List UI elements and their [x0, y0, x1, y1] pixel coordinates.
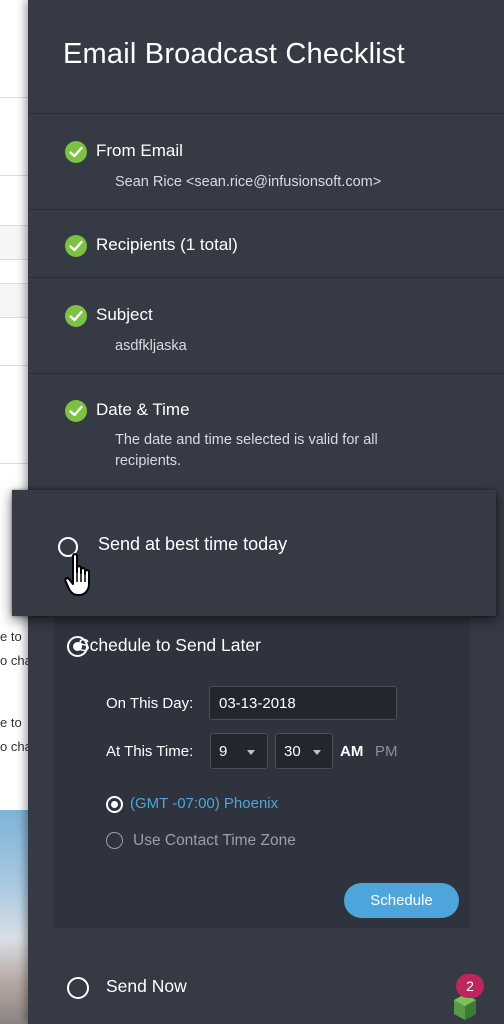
send-now-radio[interactable]: [67, 977, 89, 999]
schedule-button[interactable]: Schedule: [344, 883, 459, 918]
chevron-down-icon: [247, 750, 255, 755]
schedule-later-label[interactable]: Schedule to Send Later: [78, 635, 261, 656]
section-subtitle: The date and time selected is valid for …: [115, 432, 378, 469]
minute-select[interactable]: 30: [275, 733, 333, 769]
timezone-label[interactable]: (GMT -07:00) Phoenix: [130, 795, 278, 812]
check-circle-icon: [65, 305, 87, 327]
time-label: At This Time:: [106, 743, 194, 760]
background-text: e to: [0, 715, 22, 730]
day-label: On This Day:: [106, 695, 194, 712]
background-text: e to: [0, 629, 22, 644]
best-time-label[interactable]: Send at best time today: [98, 534, 287, 555]
notification-widget[interactable]: 2: [452, 972, 492, 1022]
checklist-item-from-email[interactable]: From Email Sean Rice <sean.rice@infusion…: [28, 113, 504, 209]
section-subtitle: asdfkljaska: [115, 338, 187, 354]
check-circle-icon: [65, 235, 87, 257]
checklist-item-date-time[interactable]: Date & Time The date and time selected i…: [28, 373, 504, 493]
contact-timezone-radio[interactable]: [106, 832, 123, 849]
contact-timezone-label[interactable]: Use Contact Time Zone: [133, 832, 296, 850]
send-now-label[interactable]: Send Now: [106, 976, 187, 997]
pm-toggle[interactable]: PM: [375, 743, 398, 760]
section-title: Date & Time: [96, 400, 190, 419]
best-time-option-card[interactable]: Send at best time today: [12, 490, 496, 616]
check-circle-icon: [65, 141, 87, 163]
section-title: Recipients (1 total): [96, 235, 238, 254]
notification-count-badge: 2: [456, 974, 484, 998]
panel-title: Email Broadcast Checklist: [63, 38, 405, 70]
minute-value: 30: [284, 743, 301, 760]
hour-value: 9: [219, 743, 228, 760]
hand-cursor-icon: [64, 552, 100, 603]
background-text: o cha: [0, 739, 30, 754]
section-title: Subject: [96, 305, 153, 324]
date-input[interactable]: 03-13-2018: [209, 686, 397, 720]
section-title: From Email: [96, 141, 183, 160]
chevron-down-icon: [313, 750, 321, 755]
checklist-item-recipients[interactable]: Recipients (1 total): [28, 209, 504, 277]
checklist-item-subject[interactable]: Subject asdfkljaska: [28, 277, 504, 373]
background-text: o cha: [0, 653, 30, 668]
check-circle-icon: [65, 400, 87, 422]
schedule-later-box: [54, 618, 470, 928]
hour-select[interactable]: 9: [210, 733, 268, 769]
section-subtitle: Sean Rice <sean.rice@infusionsoft.com>: [115, 174, 382, 190]
timezone-radio-selected[interactable]: [106, 796, 123, 813]
am-toggle[interactable]: AM: [340, 743, 363, 760]
